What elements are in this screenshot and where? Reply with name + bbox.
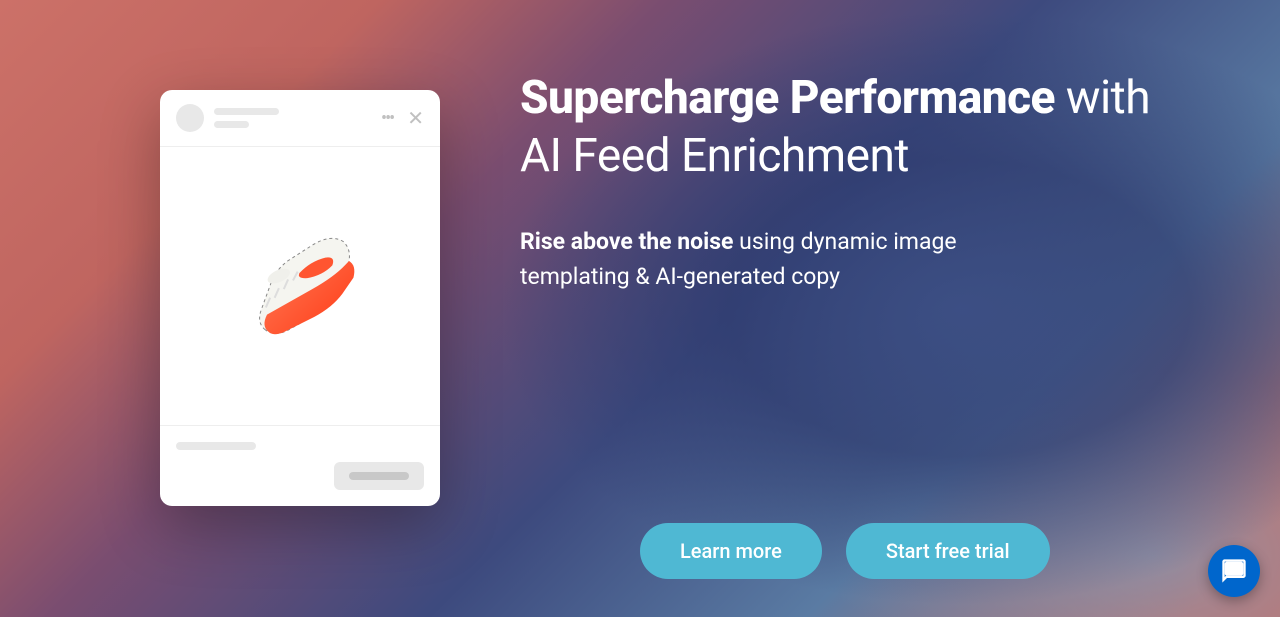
product-mockup-panel: ••• ✕ bbox=[80, 60, 440, 506]
heading-rest-2: AI Feed Enrichment bbox=[520, 129, 909, 183]
heading-rest-1: with bbox=[1055, 71, 1150, 125]
content-panel: Supercharge Performance with AI Feed Enr… bbox=[520, 60, 1200, 294]
header-text-placeholder bbox=[214, 108, 371, 128]
footer-button-placeholder bbox=[334, 462, 424, 490]
mockup-header: ••• ✕ bbox=[160, 90, 440, 146]
subheading-bold-part: Rise above the noise bbox=[520, 228, 733, 255]
avatar-placeholder bbox=[176, 104, 204, 132]
more-dots-icon: ••• bbox=[381, 108, 393, 129]
mockup-image-area bbox=[160, 146, 440, 426]
close-icon: ✕ bbox=[407, 106, 424, 130]
product-image-sneaker bbox=[210, 196, 390, 376]
mockup-footer bbox=[160, 426, 440, 506]
footer-text-placeholder bbox=[176, 442, 256, 450]
social-post-mockup: ••• ✕ bbox=[160, 90, 440, 506]
main-heading: Supercharge Performance with AI Feed Enr… bbox=[520, 70, 1200, 185]
heading-bold-part: Supercharge Performance bbox=[520, 71, 1055, 125]
subheading: Rise above the noise using dynamic image… bbox=[520, 225, 1000, 294]
